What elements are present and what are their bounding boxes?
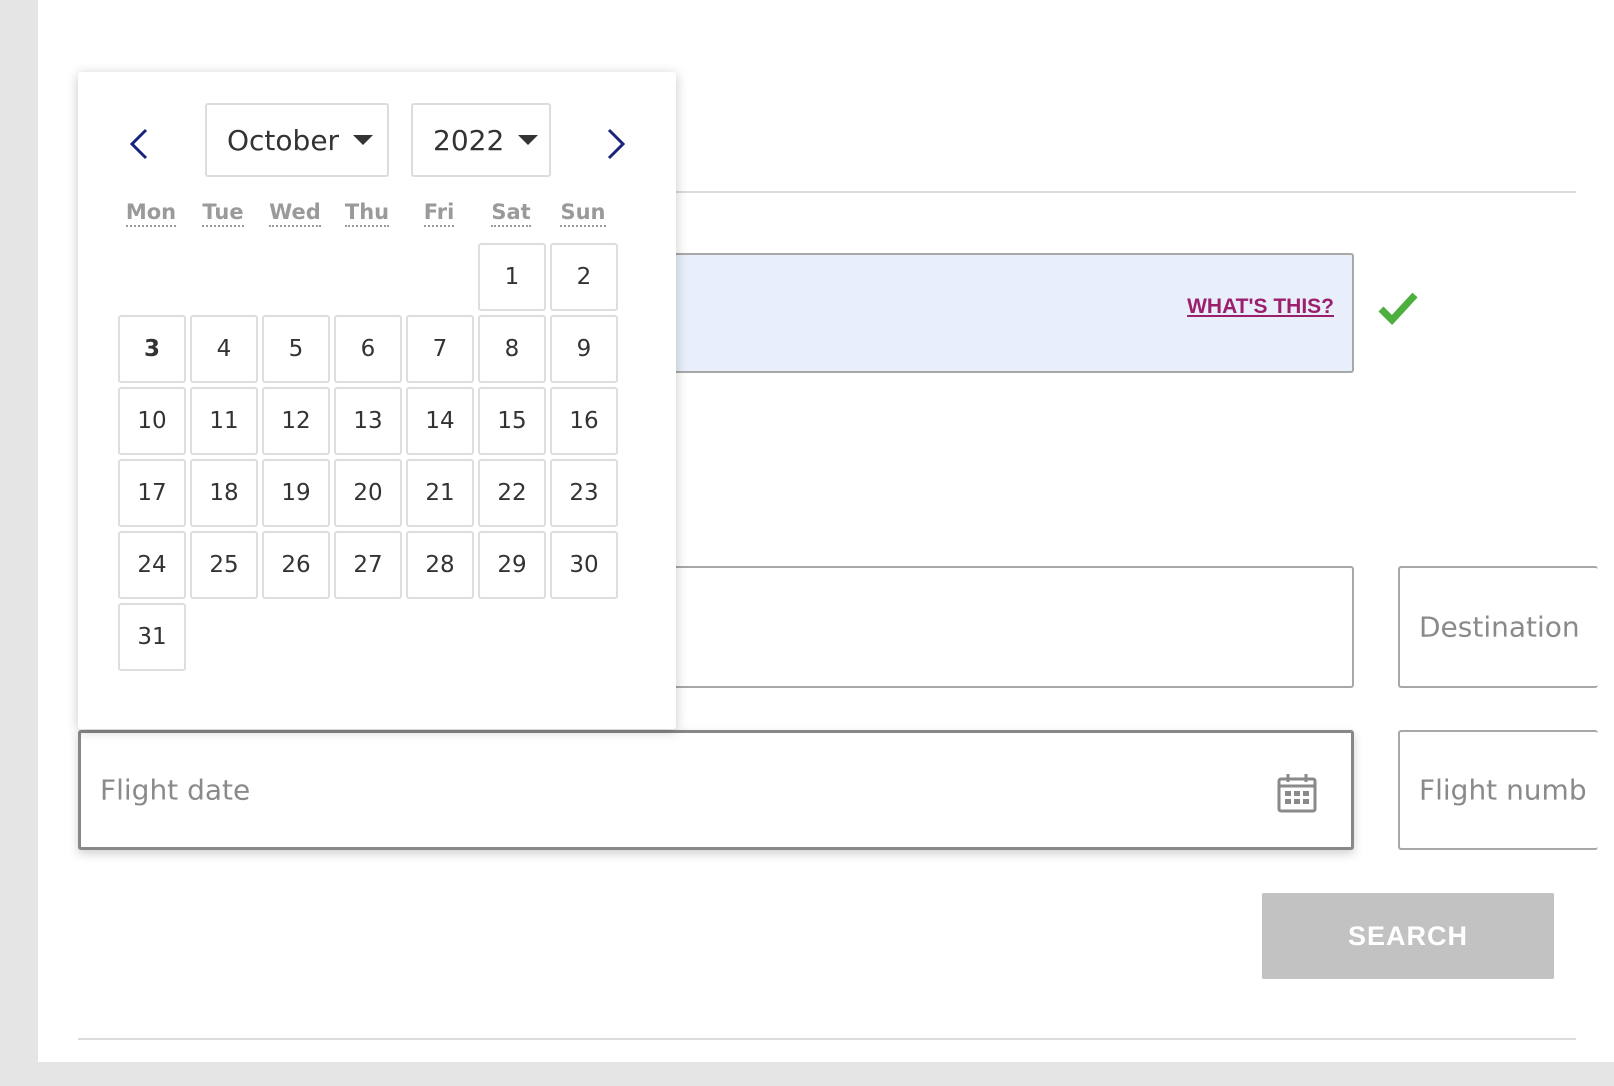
- calendar-day[interactable]: 22: [478, 459, 546, 527]
- calendar-day[interactable]: 23: [550, 459, 618, 527]
- calendar-day[interactable]: 8: [478, 315, 546, 383]
- calendar-day[interactable]: 7: [406, 315, 474, 383]
- calendar-day[interactable]: 29: [478, 531, 546, 599]
- whats-this-link[interactable]: WHAT'S THIS?: [1187, 295, 1334, 319]
- footer-band: [38, 1062, 1614, 1086]
- weekday-abbr: Fri: [423, 200, 455, 227]
- weekday-label: Tue: [188, 200, 258, 227]
- weekday-abbr: Sat: [491, 200, 531, 227]
- calendar-day[interactable]: 19: [262, 459, 330, 527]
- next-month-button[interactable]: [596, 120, 636, 168]
- weekday-label: Mon: [116, 200, 186, 227]
- checkmark-icon: [1378, 292, 1418, 326]
- month-select-value: October: [227, 123, 340, 157]
- calendar-day[interactable]: 6: [334, 315, 402, 383]
- month-select[interactable]: October: [205, 103, 389, 177]
- flight-number-field[interactable]: Flight numb: [1398, 730, 1598, 850]
- calendar-day[interactable]: 31: [118, 603, 186, 671]
- calendar-day[interactable]: 14: [406, 387, 474, 455]
- calendar-day[interactable]: 13: [334, 387, 402, 455]
- flight-number-placeholder: Flight numb: [1419, 773, 1587, 807]
- calendar-day[interactable]: 2: [550, 243, 618, 311]
- section-divider: [638, 191, 1576, 193]
- prev-month-button[interactable]: [119, 120, 159, 168]
- calendar-day[interactable]: 10: [118, 387, 186, 455]
- calendar-day[interactable]: 3: [118, 315, 186, 383]
- calendar-day[interactable]: 5: [262, 315, 330, 383]
- weekday-label: Wed: [260, 200, 330, 227]
- weekday-abbr: Mon: [125, 200, 177, 227]
- destination-placeholder: Destination: [1419, 610, 1580, 644]
- calendar-day[interactable]: 25: [190, 531, 258, 599]
- calendar-day[interactable]: 11: [190, 387, 258, 455]
- weekday-abbr: Wed: [269, 200, 321, 227]
- calendar-day[interactable]: 17: [118, 459, 186, 527]
- flight-date-placeholder: Flight date: [100, 773, 251, 807]
- calendar-day[interactable]: 27: [334, 531, 402, 599]
- calendar-day[interactable]: 24: [118, 531, 186, 599]
- chevron-left-icon: [129, 128, 148, 160]
- weekday-label: Fri: [404, 200, 474, 227]
- calendar-icon[interactable]: [1277, 773, 1317, 813]
- year-select[interactable]: 2022: [411, 103, 551, 177]
- weekday-abbr: Sun: [560, 200, 606, 227]
- caret-down-icon: [518, 135, 539, 145]
- calendar-day[interactable]: 9: [550, 315, 618, 383]
- calendar-day[interactable]: 15: [478, 387, 546, 455]
- calendar-day[interactable]: 26: [262, 531, 330, 599]
- weekday-label: Thu: [332, 200, 402, 227]
- year-select-value: 2022: [433, 123, 505, 157]
- calendar-day[interactable]: 18: [190, 459, 258, 527]
- section-divider: [78, 1038, 1576, 1040]
- flight-date-field[interactable]: Flight date: [78, 730, 1354, 850]
- search-button[interactable]: SEARCH: [1262, 893, 1554, 979]
- calendar-day[interactable]: 16: [550, 387, 618, 455]
- weekday-label: Sun: [548, 200, 618, 227]
- calendar-day[interactable]: 20: [334, 459, 402, 527]
- chevron-right-icon: [607, 128, 626, 160]
- weekday-abbr: Tue: [202, 200, 244, 227]
- calendar-day[interactable]: 30: [550, 531, 618, 599]
- calendar-day[interactable]: 21: [406, 459, 474, 527]
- caret-down-icon: [353, 135, 374, 145]
- destination-field[interactable]: Destination: [1398, 566, 1598, 688]
- datepicker-popup: October 2022 Mon Tue Wed Thu Fri Sat Sun 12345…: [78, 72, 676, 729]
- weekday-abbr: Thu: [344, 200, 390, 227]
- calendar-day[interactable]: 28: [406, 531, 474, 599]
- calendar-day[interactable]: 4: [190, 315, 258, 383]
- weekday-label: Sat: [476, 200, 546, 227]
- calendar-day[interactable]: 1: [478, 243, 546, 311]
- calendar-day[interactable]: 12: [262, 387, 330, 455]
